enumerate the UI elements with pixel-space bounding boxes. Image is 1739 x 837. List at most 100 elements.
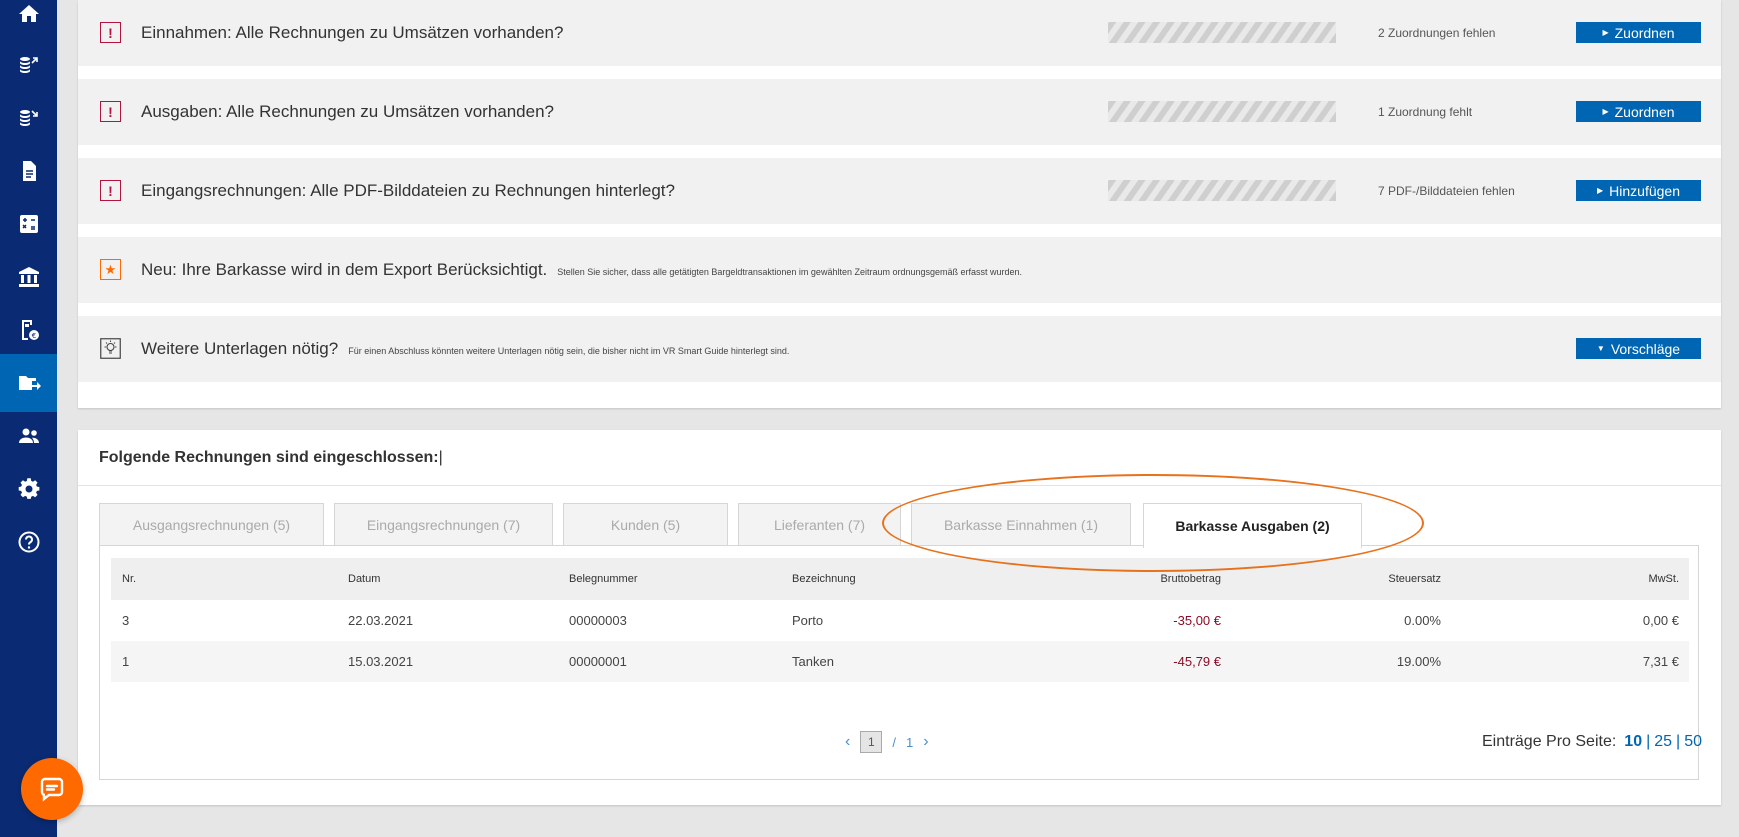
button-label: Hinzufügen <box>1609 182 1680 199</box>
included-invoices-panel: Folgende Rechnungen sind eingeschlossen:… <box>78 430 1721 805</box>
row-title-text: Weitere Unterlagen nötig? <box>141 339 339 358</box>
document-icon <box>22 161 36 181</box>
table-row[interactable]: 1 15.03.2021 00000001 Tanken -45,79 € 19… <box>111 641 1689 682</box>
sidebar-item-expenses[interactable] <box>0 89 57 147</box>
folder-export-icon <box>18 376 41 390</box>
row-title-text: Neu: Ihre Barkasse wird in dem Export Be… <box>141 260 548 279</box>
sidebar-item-home[interactable] <box>0 0 57 27</box>
checklist-row-more-documents: Weitere Unterlagen nötig? Für einen Absch… <box>78 316 1721 382</box>
export-checklist-panel: ! Einnahmen: Alle Rechnungen zu Umsätzen… <box>78 0 1721 408</box>
section-title: Folgende Rechnungen sind eingeschlossen:… <box>99 430 443 485</box>
table-header: Nr. Datum Belegnummer Bezeichnung Brutto… <box>111 558 1689 600</box>
checklist-status: 7 PDF-/Bilddateien fehlen <box>1378 184 1515 198</box>
add-files-button[interactable]: ▶ Hinzufügen <box>1576 180 1701 201</box>
section-title-text: Folgende Rechnungen sind eingeschlossen: <box>99 449 439 466</box>
cell-gross-amount: -35,00 € <box>1173 613 1221 628</box>
checklist-row-income: ! Einnahmen: Alle Rechnungen zu Umsätzen… <box>78 0 1721 66</box>
progress-bar <box>1108 180 1336 201</box>
svg-text:€: € <box>31 332 35 340</box>
chat-bubble-icon <box>40 777 64 802</box>
star-icon: ★ <box>100 259 121 280</box>
pagination: ‹ 1 / 1 › <box>845 730 929 754</box>
calculator-icon <box>19 215 38 233</box>
sidebar-nav: € <box>0 0 57 837</box>
suggestions-button[interactable]: ▼ Vorschläge <box>1576 338 1701 359</box>
help-icon <box>18 531 39 553</box>
checklist-title: Neu: Ihre Barkasse wird in dem Export Be… <box>141 237 1022 303</box>
invoice-table: Nr. Datum Belegnummer Bezeichnung Brutto… <box>99 545 1702 780</box>
cell-receipt-number: 00000001 <box>569 654 627 669</box>
checklist-row-cashbox: ★ Neu: Ihre Barkasse wird in dem Export … <box>78 237 1721 303</box>
checklist-title: Einnahmen: Alle Rechnungen zu Umsätzen v… <box>141 23 564 42</box>
per-page-option-10[interactable]: 10 <box>1624 733 1642 751</box>
chevron-right-icon[interactable]: › <box>923 733 928 751</box>
tab-outgoing-invoices[interactable]: Ausgangsrechnungen (5) <box>99 503 324 546</box>
checklist-row-incoming-invoices: ! Eingangsrechnungen: Alle PDF-Bilddatei… <box>78 158 1721 224</box>
cashbox-icon: € <box>21 320 39 340</box>
chat-button[interactable] <box>21 758 83 820</box>
chevron-down-icon: ▼ <box>1596 344 1605 353</box>
checklist-title: Weitere Unterlagen nötig? Für einen Absch… <box>141 316 789 382</box>
column-header-vat[interactable]: MwSt. <box>1551 558 1679 600</box>
per-page-option-50[interactable]: 50 <box>1684 733 1702 751</box>
checklist-row-expenses: ! Ausgaben: Alle Rechnungen zu Umsätzen … <box>78 79 1721 145</box>
cell-nr: 1 <box>122 654 130 669</box>
tab-customers[interactable]: Kunden (5) <box>563 503 728 546</box>
column-header-receipt-number[interactable]: Belegnummer <box>569 558 637 600</box>
table-row[interactable]: 3 22.03.2021 00000003 Porto -35,00 € 0.0… <box>111 600 1689 641</box>
sidebar-item-bank[interactable] <box>0 248 57 306</box>
progress-bar <box>1108 101 1336 122</box>
assign-income-button[interactable]: ▶ Zuordnen <box>1576 22 1701 43</box>
cell-description: Porto <box>792 613 824 628</box>
sidebar-item-calculator[interactable] <box>0 195 57 253</box>
cell-date: 22.03.2021 <box>348 613 414 628</box>
sidebar-item-help[interactable] <box>0 513 57 571</box>
column-header-date[interactable]: Datum <box>348 558 380 600</box>
sidebar-item-settings[interactable] <box>0 460 57 518</box>
play-triangle-icon: ▶ <box>1602 28 1609 37</box>
checklist-status: 2 Zuordnungen fehlen <box>1378 26 1496 40</box>
sidebar-item-cashbox[interactable]: € <box>0 301 57 359</box>
sidebar-item-export[interactable] <box>0 354 57 412</box>
checklist-note: Für einen Abschluss könnten weitere Unte… <box>348 346 790 356</box>
warning-icon: ! <box>100 22 121 43</box>
tab-cash-income[interactable]: Barkasse Einnahmen (1) <box>911 503 1131 546</box>
separator: | <box>1646 733 1651 750</box>
sidebar-item-documents[interactable] <box>0 142 57 200</box>
entries-per-page: Einträge Pro Seite: 10 | 25 | 50 <box>1482 730 1702 754</box>
tab-suppliers[interactable]: Lieferanten (7) <box>738 503 901 546</box>
cell-gross-amount: -45,79 € <box>1173 654 1221 669</box>
separator: | <box>1676 733 1681 750</box>
chevron-left-icon[interactable]: ‹ <box>845 733 850 751</box>
sidebar-item-users[interactable] <box>0 407 57 465</box>
page-separator: / <box>892 734 896 750</box>
tab-cash-expenses[interactable]: Barkasse Ausgaben (2) <box>1143 503 1362 548</box>
cell-vat: 0,00 € <box>1642 613 1679 628</box>
per-page-option-25[interactable]: 25 <box>1654 733 1672 751</box>
column-header-tax-rate[interactable]: Steuersatz <box>1311 558 1441 600</box>
column-header-gross-amount[interactable]: Bruttobetrag <box>1091 558 1221 600</box>
column-header-description[interactable]: Bezeichnung <box>792 558 856 600</box>
assign-expenses-button[interactable]: ▶ Zuordnen <box>1576 101 1701 122</box>
play-triangle-icon: ▶ <box>1602 107 1609 116</box>
tab-incoming-invoices[interactable]: Eingangsrechnungen (7) <box>334 503 553 546</box>
home-icon <box>18 5 39 22</box>
progress-bar <box>1108 22 1336 43</box>
users-icon <box>18 428 39 443</box>
cell-nr: 3 <box>122 613 130 628</box>
divider <box>78 485 1721 486</box>
per-page-label: Einträge Pro Seite: <box>1482 733 1617 750</box>
cell-tax-rate: 0.00% <box>1404 613 1441 628</box>
current-page[interactable]: 1 <box>860 731 883 753</box>
cell-description: Tanken <box>792 654 834 669</box>
cell-tax-rate: 19.00% <box>1396 654 1441 669</box>
checklist-title: Eingangsrechnungen: Alle PDF-Bilddateien… <box>141 181 675 200</box>
play-triangle-icon: ▶ <box>1597 186 1604 195</box>
cell-vat: 7,31 € <box>1642 654 1679 669</box>
column-header-nr[interactable]: Nr. <box>122 558 136 600</box>
warning-icon: ! <box>100 180 121 201</box>
sidebar-item-income[interactable] <box>0 36 57 94</box>
text-cursor: | <box>438 449 443 466</box>
settings-icon <box>18 478 39 499</box>
expense-coins-icon <box>19 110 38 126</box>
